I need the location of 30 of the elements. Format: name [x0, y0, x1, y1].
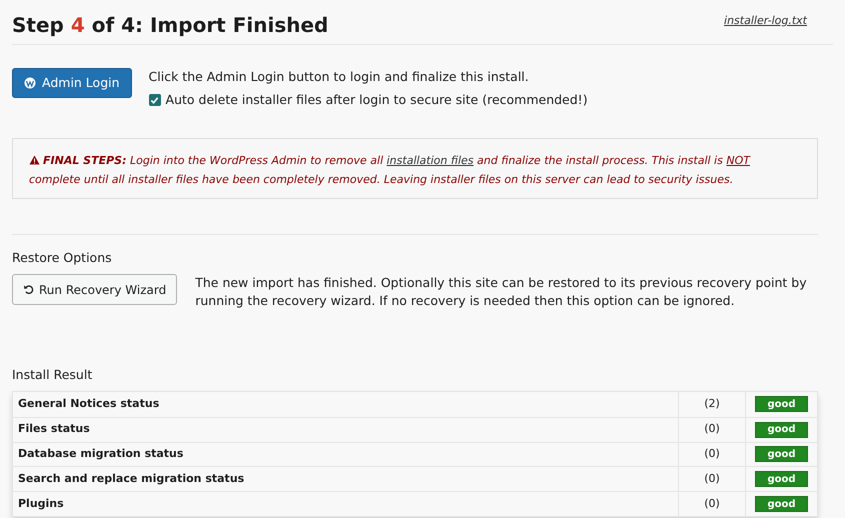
restore-options-heading: Restore Options: [12, 248, 113, 267]
result-name: Files status: [17, 421, 91, 438]
final-steps-warning: FINAL STEPS: Login into the WordPress Admin to remove all installation files and finalize the install process. This install is NOT complete until all installer files have been completely removed. Leaving installer files on this server can lead to security issues.: [29, 152, 752, 188]
result-name: Plugins: [17, 496, 65, 512]
status-badge: good: [755, 471, 808, 488]
undo-icon: [23, 284, 34, 296]
status-badge: good: [755, 496, 808, 512]
result-name: Database migration status: [17, 446, 184, 462]
wordpress-icon: [24, 77, 36, 89]
result-count: (0): [704, 446, 720, 462]
result-count: (0): [704, 496, 720, 512]
installer-log-link[interactable]: installer-log.txt: [724, 13, 807, 30]
auto-delete-checkbox[interactable]: [148, 94, 161, 106]
restore-description: The new import has finished. Optionally this site can be restored to its previous recovery point by running the recovery wizard. If no recovery is needed then this option can be ignored.: [195, 274, 808, 310]
result-count: (0): [704, 471, 720, 488]
status-badge: good: [755, 446, 808, 462]
warning-icon: [29, 154, 40, 164]
auto-delete-label: Auto delete installer files after login to secure site (recommended!): [166, 90, 588, 109]
install-result-heading: Install Result: [12, 366, 94, 384]
login-instruction: Click the Admin Login button to login and finalize this install.: [148, 68, 530, 86]
result-count: (2): [704, 396, 720, 412]
status-badge: good: [755, 396, 808, 412]
result-name: Search and replace migration status: [17, 471, 246, 488]
page-title: Step 4 of 4: Import Finished: [12, 12, 328, 38]
run-recovery-wizard-button[interactable]: Run Recovery Wizard: [12, 274, 178, 306]
result-count: (0): [704, 421, 720, 438]
admin-login-button[interactable]: Admin Login: [12, 68, 132, 98]
status-badge: good: [755, 422, 808, 438]
installation-files-link[interactable]: installation files: [386, 154, 474, 166]
result-name: General Notices status: [17, 396, 160, 412]
